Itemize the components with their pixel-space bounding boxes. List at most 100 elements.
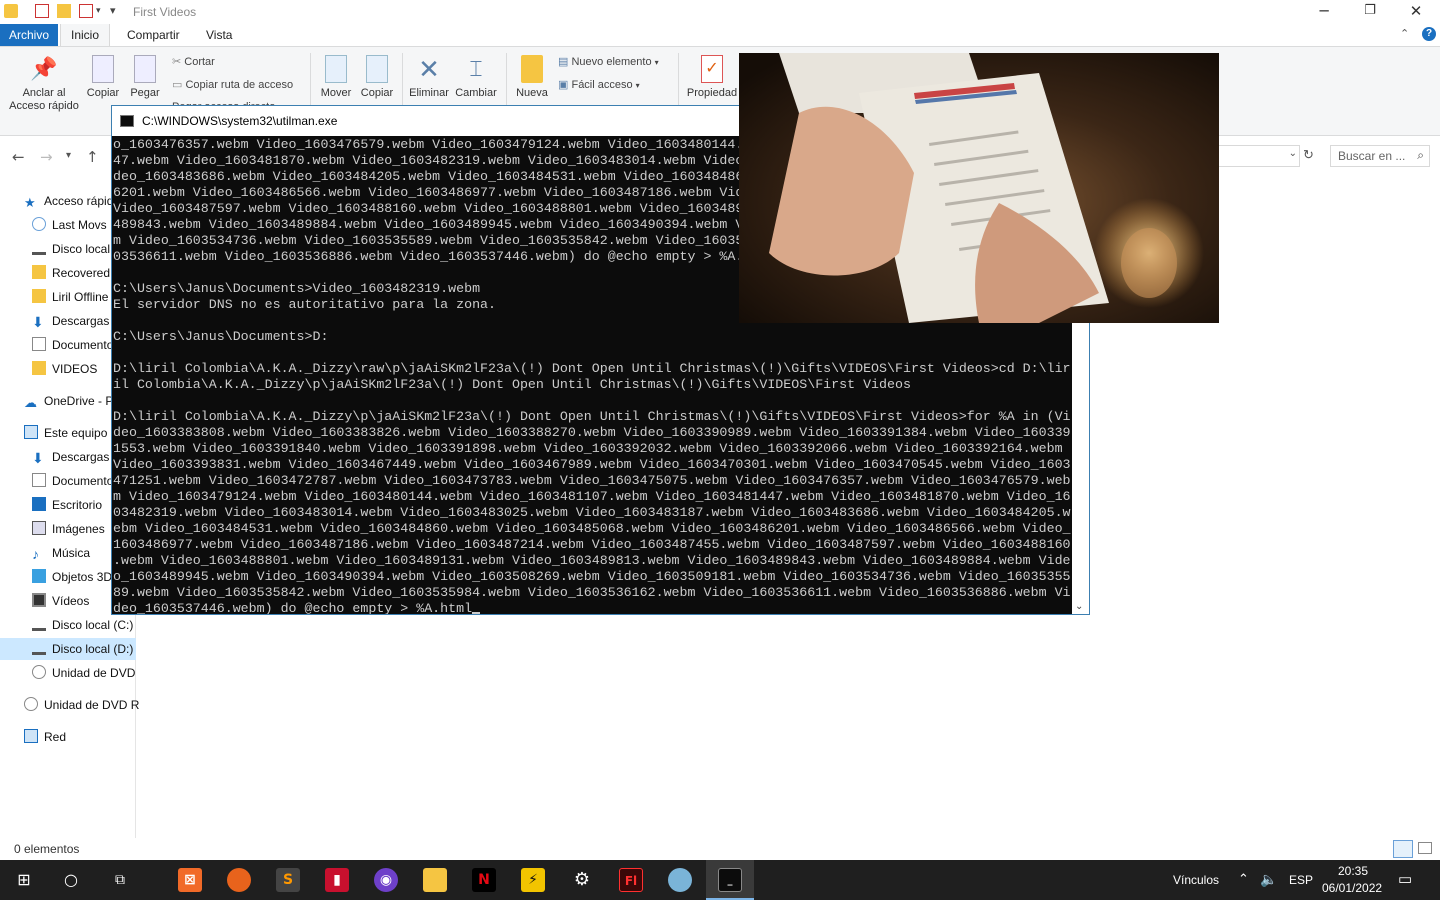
disc-icon	[32, 665, 46, 679]
settings-gear-icon[interactable]: ⚙	[570, 868, 594, 892]
recent-locations-icon[interactable]: ▾	[66, 150, 71, 161]
customize-toolbar-icon[interactable]: ▾	[110, 4, 116, 17]
task-view-icon[interactable]: ⧉	[108, 868, 132, 892]
check-quick-icon[interactable]	[79, 4, 93, 18]
help-icon[interactable]: ?	[1422, 27, 1436, 41]
explorer-titlebar: ▾ ▾ First Videos ─ ❐ ✕	[0, 0, 1440, 24]
cloud-icon: ☁	[24, 395, 37, 410]
up-arrow-icon[interactable]: ↑	[86, 148, 99, 166]
sidebar-item-dvd-drive[interactable]: Unidad de DVD	[32, 662, 150, 684]
maximize-button[interactable]: ❐	[1347, 0, 1393, 24]
sidebar-item-network[interactable]: Red	[24, 726, 142, 748]
forward-arrow-icon[interactable]: →	[40, 148, 53, 166]
collapse-ribbon-icon[interactable]: ⌃	[1400, 27, 1409, 40]
address-dropdown-icon[interactable]: ⌄	[1289, 148, 1297, 159]
search-input[interactable]: Buscar en ... ⌕	[1330, 145, 1430, 167]
scroll-down-icon[interactable]: ⌄	[1075, 601, 1083, 612]
close-button[interactable]: ✕	[1393, 0, 1439, 24]
file-explorer-icon[interactable]	[423, 868, 447, 892]
sidebar-label: Unidad de DVD	[52, 666, 136, 680]
windows-start-icon[interactable]: ⊞	[12, 868, 36, 892]
taskbar-item-cmd[interactable]: _	[706, 860, 754, 900]
move-to-button[interactable]: Mover	[318, 55, 354, 100]
move-label: Mover	[320, 87, 352, 99]
winamp-icon[interactable]: ⚡	[521, 868, 545, 892]
flash-icon[interactable]: Fl	[619, 868, 643, 892]
new-folder-quick-icon[interactable]	[57, 4, 71, 18]
tab-file[interactable]: Archivo	[0, 24, 59, 46]
minimize-button[interactable]: ─	[1301, 0, 1347, 24]
cmd-line: 89.webm Video_1603535842.webm Video_1603…	[113, 585, 1071, 600]
properties-button[interactable]: ✓ Propiedad	[684, 55, 740, 100]
firefox-icon[interactable]	[227, 868, 251, 892]
pin-quick-access-button[interactable]: 📌 Anclar al Acceso rápido	[6, 55, 82, 113]
sidebar-item-drive-c[interactable]: Disco local (C:)	[32, 614, 150, 636]
rename-button[interactable]: ⌶ Cambiar	[454, 55, 498, 100]
status-bar: 0 elementos	[0, 838, 1440, 860]
quick-access-dropdown-icon[interactable]: ▾	[96, 5, 101, 16]
cmd-line: o_1603489945.webm Video_1603490394.webm …	[113, 569, 1071, 584]
sidebar-label: OneDrive - P	[44, 394, 114, 408]
popcorn-time-icon[interactable]: ▮	[325, 868, 349, 892]
cmd-taskbar-icon: _	[718, 868, 742, 892]
sublime-text-icon[interactable]: S	[276, 868, 300, 892]
folder-icon	[32, 265, 46, 279]
delete-x-icon: ✕	[418, 54, 440, 84]
video-player[interactable]	[739, 53, 1219, 323]
copy-button[interactable]: Copiar	[86, 55, 120, 100]
drive-icon	[32, 641, 46, 655]
computer-icon	[24, 425, 38, 439]
paste-label: Pegar	[130, 87, 160, 99]
details-view-icon[interactable]	[1393, 840, 1413, 858]
properties-quick-icon[interactable]	[35, 4, 49, 18]
paint-icon[interactable]	[668, 868, 692, 892]
refresh-icon[interactable]: ↻	[1303, 147, 1314, 163]
language-indicator[interactable]: ESP	[1289, 873, 1313, 887]
search-circle-icon[interactable]: ○	[59, 868, 83, 892]
easy-access-button[interactable]: ▣ Fácil acceso ▾	[558, 78, 640, 91]
sidebar-item-drive-d[interactable]: Disco local (D:)	[0, 638, 136, 660]
tab-home[interactable]: Inicio	[60, 24, 111, 46]
cmd-icon	[120, 115, 134, 127]
sidebar-label: Documentos	[52, 338, 120, 352]
film-icon	[32, 593, 46, 607]
cmd-line: 1553.webm Video_1603391840.webm Video_16…	[113, 441, 1071, 456]
new-folder-label: Nueva	[516, 87, 548, 99]
copy-to-button[interactable]: Copiar	[359, 55, 395, 100]
easy-access-icon: ▣	[558, 79, 569, 91]
sidebar-label: Recovered	[52, 266, 111, 280]
netflix-icon[interactable]: N	[472, 868, 496, 892]
sidebar-item-dvd-drive-r[interactable]: Unidad de DVD R	[24, 694, 142, 716]
sidebar-label: Escritorio	[52, 498, 103, 512]
properties-check-icon: ✓	[701, 55, 723, 83]
cmd-line	[113, 345, 1073, 361]
properties-label: Propiedad	[686, 87, 738, 99]
xampp-icon[interactable]: ⊠	[178, 868, 202, 892]
links-toolbar-label[interactable]: Vínculos	[1173, 873, 1219, 887]
github-icon[interactable]: ◉	[374, 868, 398, 892]
sidebar-label: Descargas	[52, 314, 110, 328]
volume-icon[interactable]: 🔈	[1260, 871, 1277, 888]
large-icons-view-icon[interactable]	[1418, 842, 1432, 854]
tab-share[interactable]: Compartir	[117, 24, 190, 46]
copy-path-icon: ▭	[172, 79, 183, 91]
copy-path-button[interactable]: ▭ Copiar ruta de acceso	[172, 78, 293, 91]
copy-to-label: Copiar	[360, 87, 394, 99]
new-item-button[interactable]: ▤ Nuevo elemento ▾	[558, 55, 659, 68]
new-folder-button[interactable]: Nueva	[512, 55, 552, 100]
video-frame	[739, 53, 1219, 323]
delete-button[interactable]: ✕ Eliminar	[406, 55, 452, 100]
back-arrow-icon[interactable]: ←	[12, 148, 25, 166]
paste-button[interactable]: Pegar	[128, 55, 162, 100]
drive-icon	[32, 617, 46, 631]
show-hidden-icons-icon[interactable]: ⌃	[1238, 871, 1249, 887]
tab-view[interactable]: Vista	[196, 24, 242, 46]
cut-button[interactable]: ✂ Cortar	[172, 55, 215, 68]
clock-date[interactable]: 06/01/2022	[1322, 881, 1382, 895]
notification-center-icon[interactable]: ▭	[1398, 870, 1412, 888]
cmd-line: .webm Video_1603488801.webm Video_160348…	[113, 553, 1071, 568]
delete-label: Eliminar	[409, 87, 449, 99]
clock-time[interactable]: 20:35	[1338, 864, 1368, 878]
download-arrow-icon: ⬇	[32, 314, 44, 330]
folder-icon	[32, 289, 46, 303]
